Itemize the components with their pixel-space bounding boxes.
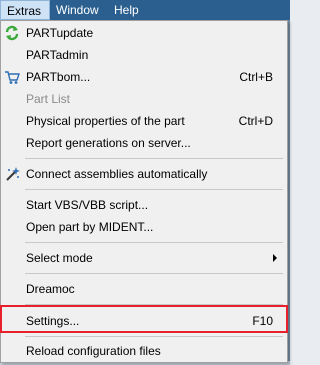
menu-item-label: Connect assemblies automatically [26, 167, 208, 181]
menu-item-label: PARTadmin [26, 48, 89, 62]
shortcut-text: Ctrl+B [239, 70, 273, 84]
menu-item-report-generations[interactable]: Report generations on server... [1, 132, 287, 154]
background-window-edge [288, 20, 290, 365]
menu-item-connect-assemblies[interactable]: Connect assemblies automatically [1, 163, 287, 185]
menu-item-label: Select mode [26, 251, 93, 265]
menu-item-select-mode[interactable]: Select mode [1, 247, 287, 269]
menu-item-label: PARTupdate [26, 26, 94, 40]
menu-separator [25, 189, 283, 190]
refresh-icon [4, 25, 20, 41]
shortcut-text: Ctrl+D [238, 114, 273, 128]
submenu-arrow-icon [273, 254, 277, 262]
menu-separator [25, 242, 283, 243]
menu-item-open-by-mident[interactable]: Open part by MIDENT... [1, 216, 287, 238]
menu-item-label: Physical properties of the part [26, 114, 185, 128]
menu-extras[interactable]: Extras [0, 0, 50, 20]
menu-item-partupdate[interactable]: PARTupdate [1, 22, 287, 44]
menu-window[interactable]: Window [50, 0, 105, 20]
settings-highlight-box [0, 305, 288, 333]
menu-item-dreamoc[interactable]: Dreamoc [1, 278, 287, 300]
menu-item-label: PARTbom... [26, 70, 91, 84]
magic-wand-icon [4, 166, 20, 182]
menu-item-physical-properties[interactable]: Physical properties of the part Ctrl+D [1, 110, 287, 132]
menu-item-partbom[interactable]: PARTbom... Ctrl+B [1, 66, 287, 88]
menu-item-label: Part List [26, 92, 71, 106]
menubar: Extras Window Help [0, 0, 290, 20]
menu-item-partadmin[interactable]: PARTadmin [1, 44, 287, 66]
menu-item-label: Dreamoc [26, 282, 75, 296]
menu-separator [25, 273, 283, 274]
menu-item-label: Reload configuration files [26, 344, 161, 358]
menu-item-label: Report generations on server... [26, 136, 191, 150]
menu-item-start-script[interactable]: Start VBS/VBB script... [1, 194, 287, 216]
menu-item-label: Open part by MIDENT... [26, 220, 154, 234]
menu-separator [25, 336, 283, 337]
menu-item-label: Start VBS/VBB script... [26, 198, 149, 212]
cart-icon [4, 69, 20, 85]
menu-help[interactable]: Help [108, 0, 145, 20]
menu-separator [25, 158, 283, 159]
menu-item-partlist: Part List [1, 88, 287, 110]
menu-item-reload-config[interactable]: Reload configuration files [1, 340, 287, 362]
